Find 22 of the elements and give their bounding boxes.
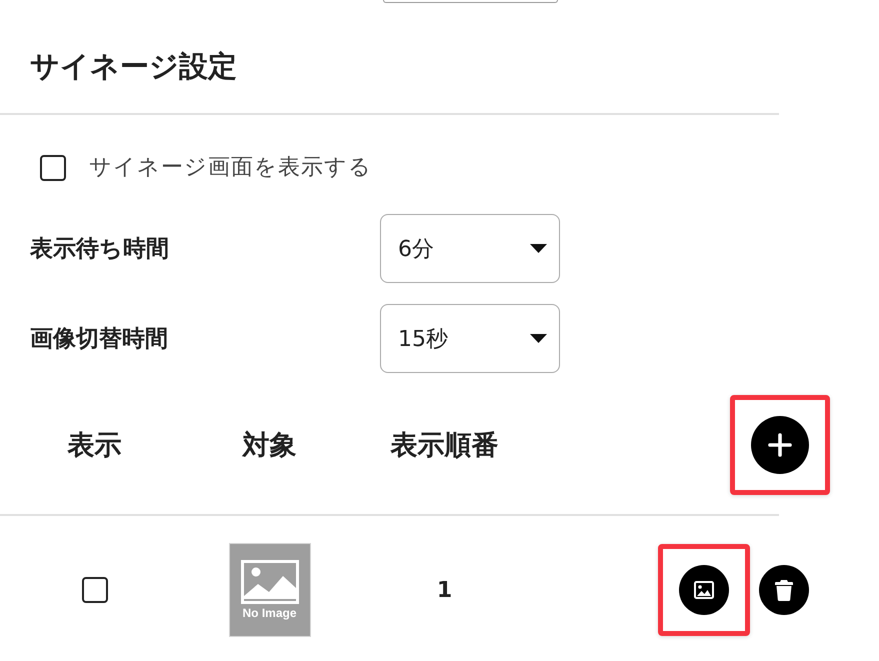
no-image-label: No Image: [242, 606, 296, 620]
select-field[interactable]: [383, 0, 558, 3]
display-order: 1: [436, 578, 452, 602]
checkbox[interactable]: [40, 155, 66, 181]
setting-label: 表示待ち時間: [30, 235, 170, 264]
column-header: 対象: [242, 429, 296, 463]
image-icon: [240, 560, 298, 604]
setting-label: 画像切替時間: [30, 325, 169, 354]
section-title: サイネージ設定: [30, 49, 237, 84]
image-button[interactable]: [679, 565, 729, 615]
checkbox[interactable]: [82, 577, 108, 603]
caret-icon: [530, 334, 547, 343]
plus-icon: [768, 433, 792, 457]
checkbox-label: サイネージ画面を表示する: [89, 154, 372, 182]
delete-button[interactable]: [759, 565, 809, 615]
select-field[interactable]: 6分: [380, 214, 560, 283]
select-field[interactable]: 15秒: [380, 304, 560, 373]
trash-icon: [775, 580, 793, 600]
column-header: 表示: [68, 429, 122, 463]
caret-icon: [530, 244, 547, 253]
column-header: 表示順番: [390, 429, 498, 463]
image-icon: [694, 581, 714, 599]
